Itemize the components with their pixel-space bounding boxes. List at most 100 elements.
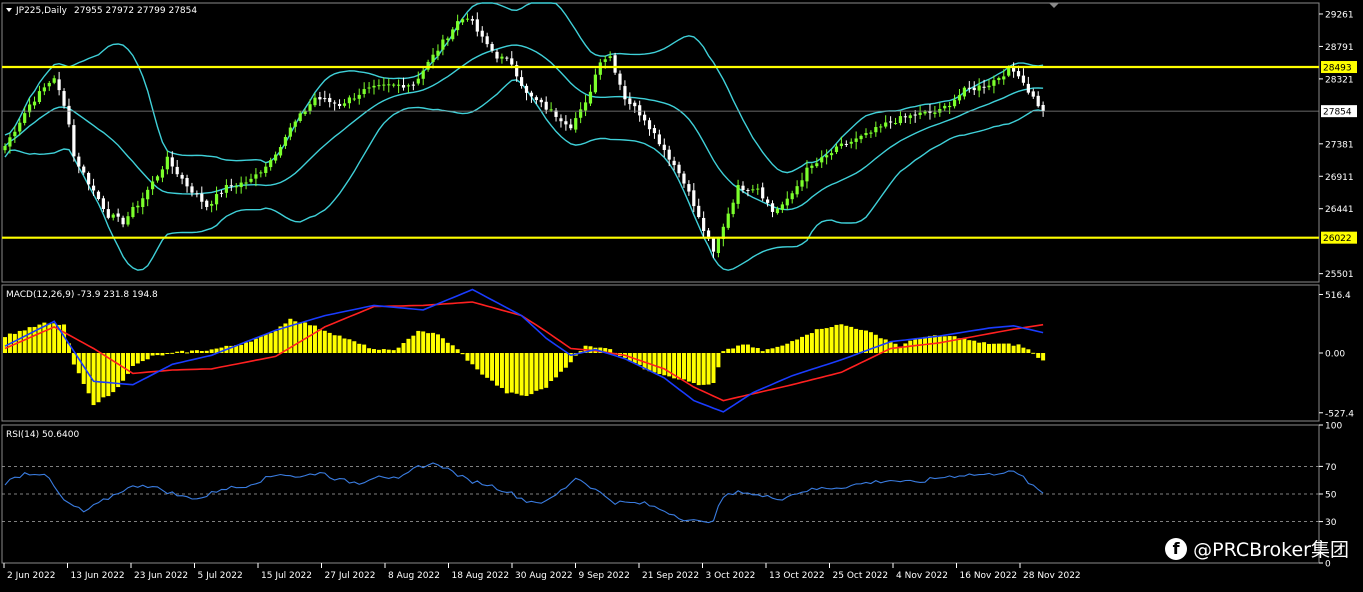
candle-body xyxy=(18,123,21,132)
candle-body xyxy=(151,181,154,189)
candle-body xyxy=(1032,91,1035,96)
candle-body xyxy=(628,98,631,104)
date-tick-label: 2 Jun 2022 xyxy=(7,571,55,581)
candle xyxy=(677,162,680,178)
macd-bar xyxy=(977,343,981,353)
macd-bar xyxy=(741,345,745,353)
candle xyxy=(264,163,267,177)
candle xyxy=(850,138,853,148)
macd-bar xyxy=(165,353,169,354)
macd-bar xyxy=(1007,344,1011,353)
macd-bar xyxy=(716,353,720,367)
candle xyxy=(244,176,247,189)
candle-body xyxy=(909,115,912,118)
candle-body xyxy=(13,132,16,136)
candle-body xyxy=(77,157,80,167)
candle-body xyxy=(407,85,410,86)
candle-body xyxy=(171,157,174,166)
candle xyxy=(525,84,528,101)
macd-bar xyxy=(456,349,460,353)
candle xyxy=(515,61,518,82)
macd-bar xyxy=(392,350,396,353)
macd-bar xyxy=(967,340,971,353)
price-tick-label: 29261 xyxy=(1325,10,1354,20)
macd-bar xyxy=(485,353,489,378)
candle xyxy=(151,176,154,195)
chart-window[interactable]: 2849326022278542926128791283212738126911… xyxy=(0,0,1363,588)
candle xyxy=(254,168,257,186)
macd-bar xyxy=(397,348,401,353)
candle xyxy=(318,92,321,106)
candle-body xyxy=(889,121,892,122)
candle xyxy=(938,103,941,117)
date-tick-label: 16 Nov 2022 xyxy=(960,571,1018,581)
candle xyxy=(200,187,203,210)
candle-body xyxy=(815,163,818,166)
macd-bar xyxy=(170,353,174,354)
candle xyxy=(540,98,543,107)
macd-bar xyxy=(333,335,337,353)
macd-bar xyxy=(141,353,145,361)
shift-marker-icon xyxy=(1049,3,1059,8)
macd-bar xyxy=(830,327,834,353)
macd-bar xyxy=(682,353,686,379)
chart-canvas[interactable]: 2849326022278542926128791283212738126911… xyxy=(0,0,1363,588)
price-tick-label: 26911 xyxy=(1325,173,1354,183)
candle-body xyxy=(269,160,272,167)
candle xyxy=(397,79,400,93)
candle-body xyxy=(1037,96,1040,106)
candle-body xyxy=(195,193,198,194)
candle-body xyxy=(1022,76,1025,83)
macd-bar xyxy=(953,336,957,353)
macd-bar xyxy=(854,329,858,353)
candle-body xyxy=(919,113,922,115)
candle-body xyxy=(161,169,164,177)
candle xyxy=(225,179,228,197)
macd-bar xyxy=(406,339,410,353)
candle xyxy=(230,179,233,191)
candle-body xyxy=(904,116,907,117)
candle xyxy=(1037,91,1040,107)
candle-body xyxy=(594,75,597,93)
candle xyxy=(692,183,695,212)
macd-bar xyxy=(544,353,548,388)
candle xyxy=(727,208,730,230)
candle xyxy=(889,116,892,128)
candle xyxy=(579,102,582,123)
macd-bar xyxy=(131,353,135,366)
collapse-triangle-icon xyxy=(6,8,12,12)
date-tick-label: 4 Nov 2022 xyxy=(896,571,948,581)
candle xyxy=(736,180,739,209)
candle-body xyxy=(525,86,528,93)
macd-bar xyxy=(962,338,966,353)
macd-bar xyxy=(264,335,268,353)
macd-bar xyxy=(190,351,194,353)
candle-body xyxy=(67,106,70,125)
candle-body xyxy=(471,19,474,21)
candle xyxy=(623,80,626,105)
candle-body xyxy=(756,189,759,190)
candle xyxy=(402,78,405,91)
macd-bar xyxy=(151,353,155,356)
macd-bar xyxy=(982,342,986,353)
macd-bar xyxy=(367,348,371,353)
candle-body xyxy=(830,153,833,155)
date-tick-label: 15 Jul 2022 xyxy=(261,571,312,581)
candle-body xyxy=(387,84,390,85)
macd-bar xyxy=(244,342,248,353)
candle xyxy=(141,193,144,215)
macd-bar xyxy=(790,341,794,353)
macd-bar xyxy=(702,353,706,385)
candle-body xyxy=(92,186,95,191)
candle xyxy=(761,183,764,202)
macd-bar xyxy=(402,343,406,353)
candle-body xyxy=(687,184,690,191)
candle xyxy=(387,79,390,93)
candle-body xyxy=(978,85,981,90)
candle-body xyxy=(963,88,966,97)
macd-bar xyxy=(475,353,479,369)
candle xyxy=(67,99,70,128)
candle-body xyxy=(176,167,179,174)
date-tick-label: 27 Jul 2022 xyxy=(325,571,376,581)
candle-body xyxy=(117,213,120,216)
